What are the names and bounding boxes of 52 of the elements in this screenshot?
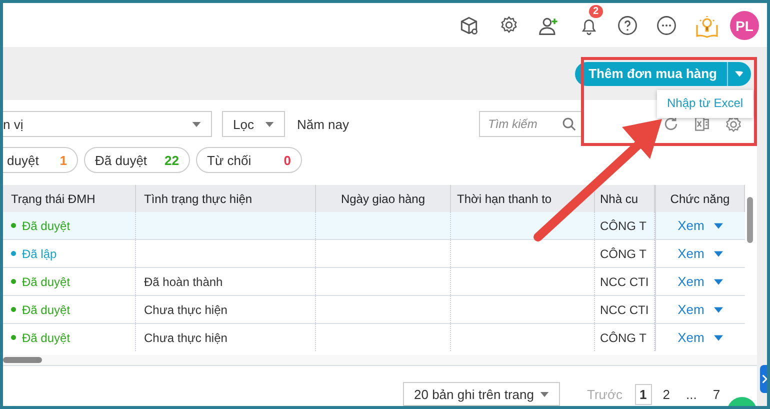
table-cell: NCC CTI (600, 274, 649, 288)
add-user-icon[interactable] (538, 15, 560, 37)
table-cell: Chưa thực hiện (144, 330, 228, 344)
status-text: Đã duyệt (22, 302, 70, 316)
horizontal-scrollbar[interactable] (3, 355, 757, 366)
page-button[interactable]: 7 (708, 384, 726, 404)
settings-icon[interactable] (499, 15, 519, 35)
page-button[interactable]: ... (680, 384, 702, 404)
table-cell: Chưa thực hiện (144, 302, 228, 316)
more-icon[interactable] (656, 15, 677, 36)
page-button[interactable]: 2 (658, 384, 675, 404)
caret-icon[interactable] (714, 250, 724, 256)
caret-icon[interactable] (714, 306, 724, 312)
page-button[interactable]: 1 (634, 384, 652, 404)
unit-select[interactable]: n vị (3, 111, 212, 137)
view-link[interactable]: Xem (678, 302, 704, 317)
caret-icon[interactable] (714, 278, 724, 284)
help-icon[interactable] (617, 15, 638, 36)
status-text: Đã duyệt (22, 274, 70, 288)
notification-badge: 2 (589, 5, 603, 18)
chevron-right-icon[interactable] (762, 374, 767, 384)
caret-icon[interactable] (192, 122, 201, 126)
caret-icon[interactable] (265, 122, 274, 126)
caret-icon[interactable] (714, 334, 724, 340)
status-text: Đã duyệt (22, 218, 70, 232)
status-text: Đã lập (22, 246, 57, 260)
excel-export-icon[interactable] (693, 115, 711, 133)
status-tab[interactable]: duyệt 1 (3, 147, 78, 173)
caret-icon[interactable] (540, 392, 549, 396)
expand-tab[interactable] (760, 365, 767, 393)
period-label[interactable]: Năm nay (297, 116, 350, 132)
refresh-icon[interactable] (662, 115, 680, 133)
caret-icon[interactable] (714, 222, 724, 228)
view-link[interactable]: Xem (678, 330, 704, 345)
view-link[interactable]: Xem (678, 218, 704, 233)
status-tab[interactable]: Từ chối 0 (196, 147, 302, 173)
search-field[interactable]: Tìm kiếm (479, 111, 583, 137)
filter-dropdown[interactable]: Lọc (222, 111, 285, 137)
table-cell: CÔNG T (600, 218, 646, 232)
caret-icon[interactable] (728, 62, 751, 86)
status-tab[interactable]: Đã duyệt 22 (84, 147, 190, 173)
view-link[interactable]: Xem (678, 246, 704, 261)
page-size-select[interactable]: 20 bản ghi trên trang (403, 382, 560, 406)
status-text: Đã duyệt (22, 330, 70, 344)
table-cell: Đã hoàn thành (144, 274, 223, 288)
table-cell: CÔNG T (600, 246, 646, 260)
table-cell: NCC CTI (600, 302, 649, 316)
package-search-icon[interactable] (458, 15, 480, 37)
search-icon[interactable] (562, 117, 577, 132)
view-link[interactable]: Xem (678, 274, 704, 289)
user-avatar[interactable]: PL (730, 11, 759, 40)
table-cell: CÔNG T (600, 330, 646, 344)
